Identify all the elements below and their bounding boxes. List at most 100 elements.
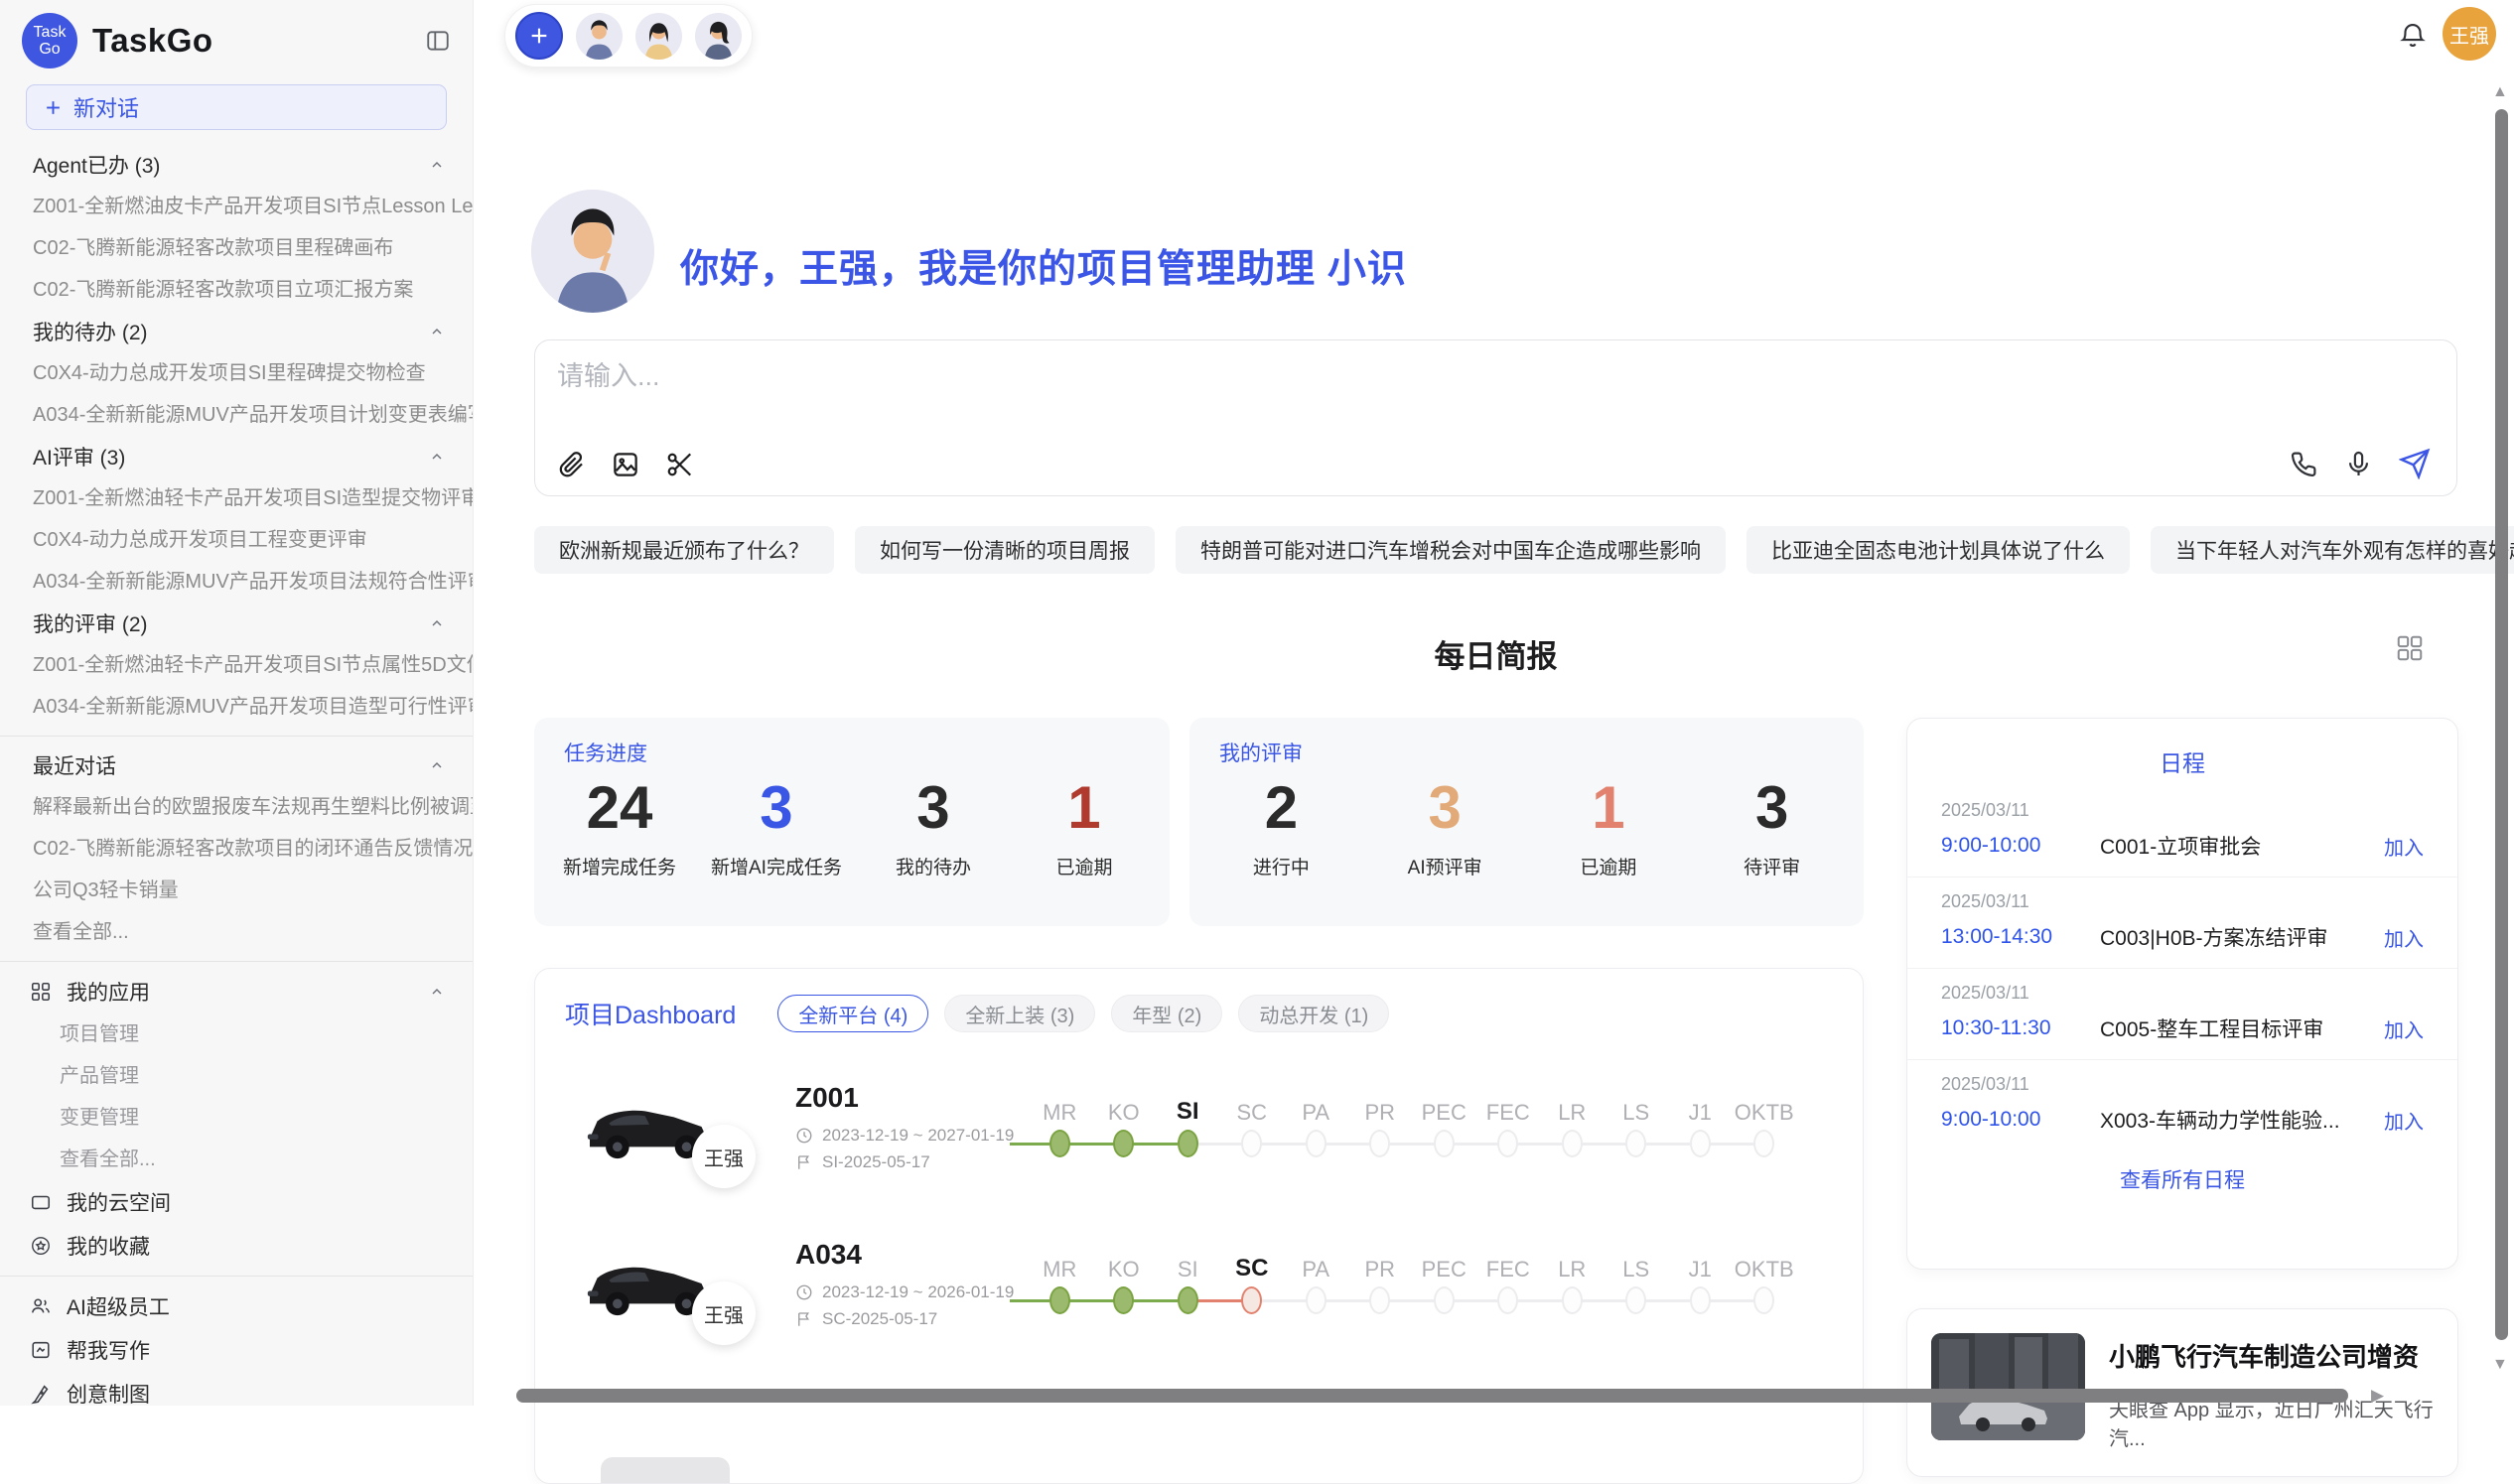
logo-text-bottom: Go: [39, 41, 60, 58]
chevron-up-icon[interactable]: [429, 157, 445, 173]
sidebar-item[interactable]: A034-全新新能源MUV产品开发项目计划变更表编写: [0, 394, 473, 436]
milestone-dot: [1049, 1130, 1070, 1157]
divider: [0, 736, 473, 737]
sidebar-item[interactable]: C0X4-动力总成开发项目SI里程碑提交物检查: [0, 352, 473, 394]
user-avatar[interactable]: 王强: [2443, 7, 2496, 61]
recent-chat-item[interactable]: C02-飞腾新能源轻客改款项目的闭环通告反馈情况: [0, 828, 473, 870]
scroll-down-arrow-icon[interactable]: ▼: [2492, 1356, 2508, 1374]
chevron-up-icon[interactable]: [429, 984, 445, 1000]
app-item[interactable]: 项目管理: [0, 1013, 473, 1055]
event-name: C005-整车工程目标评审: [2100, 1013, 2384, 1043]
notification-bell-icon[interactable]: [2398, 20, 2428, 50]
sidebar-item[interactable]: Z001-全新燃油轻卡产品开发项目SI造型提交物评审: [0, 477, 473, 519]
sidebar-item[interactable]: C02-飞腾新能源轻客改款项目立项汇报方案: [0, 269, 473, 311]
sidebar: Task Go TaskGo 新对话 Agent已办 (3) Z001-全新燃油…: [0, 0, 474, 1406]
milestone-dot: [1369, 1130, 1390, 1157]
chevron-up-icon[interactable]: [429, 757, 445, 773]
chevron-up-icon[interactable]: [429, 324, 445, 339]
sidebar-collapse-icon[interactable]: [425, 28, 451, 54]
schedule-event: 2025/03/11 9:00-10:00 X003-车辆动力学性能验... 加…: [1907, 1060, 2457, 1150]
phone-icon[interactable]: [2290, 450, 2318, 478]
sidebar-item[interactable]: C02-飞腾新能源轻客改款项目里程碑画布: [0, 227, 473, 269]
new-chat-button[interactable]: 新对话: [26, 84, 447, 130]
suggestion-chip[interactable]: 欧洲新规最近颁布了什么？: [534, 526, 834, 574]
clock-icon: [795, 1127, 813, 1145]
scroll-up-arrow-icon[interactable]: ▲: [2492, 83, 2508, 101]
avatar-agent-3[interactable]: [695, 13, 742, 60]
creative-drawing[interactable]: 创意制图: [0, 1372, 473, 1406]
section-header-recent-chats[interactable]: 最近对话: [0, 744, 473, 786]
send-icon[interactable]: [2399, 448, 2431, 479]
app-item[interactable]: 查看全部...: [0, 1139, 473, 1180]
app-item[interactable]: 产品管理: [0, 1055, 473, 1097]
stat-item: 3 新增AI完成任务: [711, 775, 842, 879]
app-item[interactable]: 变更管理: [0, 1097, 473, 1139]
dashboard-tab[interactable]: 年型 (2): [1111, 995, 1222, 1032]
chat-input[interactable]: [557, 354, 2046, 398]
event-join-link[interactable]: 加入: [2384, 1106, 2424, 1135]
section-header-ai-review[interactable]: AI评审 (3): [0, 436, 473, 477]
horizontal-scrollbar[interactable]: [516, 1389, 2348, 1403]
project-flag-date: SI-2025-05-17: [822, 1152, 930, 1172]
my-review-list: Z001-全新燃油轻卡产品开发项目SI节点属性5D文件评审A034-全新新能源M…: [0, 644, 473, 728]
my-apps-list: 项目管理产品管理变更管理查看全部...: [0, 1013, 473, 1180]
user-avatar-name: 王强: [2449, 20, 2489, 49]
scroll-right-arrow-icon[interactable]: ▶: [2371, 1386, 2384, 1406]
view-all-schedule-link[interactable]: 查看所有日程: [1907, 1150, 2457, 1194]
stat-value: 24: [560, 775, 679, 841]
sidebar-item[interactable]: Z001-全新燃油皮卡产品开发项目SI节点Lesson Learn报告: [0, 186, 473, 227]
suggestion-chip[interactable]: 特朗普可能对进口汽车增税会对中国车企造成哪些影响: [1176, 526, 1726, 574]
event-join-link[interactable]: 加入: [2384, 1014, 2424, 1043]
avatar-agent-2[interactable]: [635, 13, 682, 60]
my-cloud-space[interactable]: 我的云空间: [0, 1180, 473, 1224]
chevron-up-icon[interactable]: [429, 449, 445, 465]
scissors-icon[interactable]: [664, 450, 694, 479]
milestone-dot: [1753, 1286, 1774, 1314]
recent-chat-item[interactable]: 查看全部...: [0, 911, 473, 953]
dashboard-tab[interactable]: 动总开发 (1): [1238, 995, 1389, 1032]
cloud-folder-icon: [30, 1191, 52, 1213]
event-join-link[interactable]: 加入: [2384, 832, 2424, 861]
stat-item: 2 进行中: [1221, 775, 1340, 879]
suggestion-chip[interactable]: 如何写一份清晰的项目周报: [855, 526, 1155, 574]
divider: [0, 1276, 473, 1277]
vertical-scrollbar[interactable]: [2495, 109, 2508, 1340]
ai-super-staff[interactable]: AI超级员工: [0, 1284, 473, 1328]
suggestion-chip[interactable]: 比亚迪全固态电池计划具体说了什么: [1746, 526, 2130, 574]
section-header-agent-done[interactable]: Agent已办 (3): [0, 144, 473, 186]
my-favorites[interactable]: 我的收藏: [0, 1224, 473, 1268]
input-toolbar-right: [2290, 448, 2431, 479]
project-row-a034[interactable]: 王强 A034 2023-12-19 ~ 2026-01-19 SC-2025-…: [535, 1203, 1863, 1360]
briefing-layout-icon[interactable]: [2395, 633, 2425, 663]
add-session-button[interactable]: [515, 12, 563, 60]
recent-chat-item[interactable]: 解释最新出台的欧盟报废车法规再生塑料比例被调至15%...: [0, 786, 473, 828]
app-logo: Task Go: [22, 13, 77, 68]
help-me-write[interactable]: 帮我写作: [0, 1328, 473, 1372]
avatar-agent-1[interactable]: [576, 13, 623, 60]
sidebar-header: Task Go TaskGo: [0, 0, 473, 78]
dashboard-tab[interactable]: 全新平台 (4): [777, 995, 928, 1032]
sidebar-item[interactable]: A034-全新新能源MUV产品开发项目造型可行性评审: [0, 686, 473, 728]
sidebar-item[interactable]: Z001-全新燃油轻卡产品开发项目SI节点属性5D文件评审: [0, 644, 473, 686]
milestone-sc: SC: [1220, 1092, 1285, 1161]
event-join-link[interactable]: 加入: [2384, 923, 2424, 952]
stat-label: 待评审: [1713, 853, 1832, 879]
microphone-icon[interactable]: [2344, 450, 2373, 478]
recent-chat-item[interactable]: 公司Q3轻卡销量: [0, 870, 473, 911]
chevron-up-icon[interactable]: [429, 615, 445, 631]
sidebar-item[interactable]: C0X4-动力总成开发项目工程变更评审: [0, 519, 473, 561]
stat-value: 1: [1025, 775, 1144, 841]
my-apps-header[interactable]: 我的应用: [0, 970, 473, 1013]
suggestion-chip[interactable]: 当下年轻人对汽车外观有怎样的喜好趋势: [2151, 526, 2514, 574]
project-code: A034: [795, 1239, 1024, 1271]
attach-icon[interactable]: [557, 450, 587, 479]
section-header-my-todo[interactable]: 我的待办 (2): [0, 311, 473, 352]
sidebar-item[interactable]: A034-全新新能源MUV产品开发项目法规符合性评审: [0, 561, 473, 603]
project-row-z001[interactable]: 王强 Z001 2023-12-19 ~ 2027-01-19 SI-2025-…: [535, 1046, 1863, 1203]
image-icon[interactable]: [611, 450, 640, 479]
dashboard-tab[interactable]: 全新上装 (3): [944, 995, 1095, 1032]
flag-icon: [795, 1153, 813, 1171]
my-apps-label: 我的应用: [67, 977, 150, 1007]
section-header-my-review[interactable]: 我的评审 (2): [0, 603, 473, 644]
project-date-range: 2023-12-19 ~ 2026-01-19: [822, 1282, 1014, 1302]
